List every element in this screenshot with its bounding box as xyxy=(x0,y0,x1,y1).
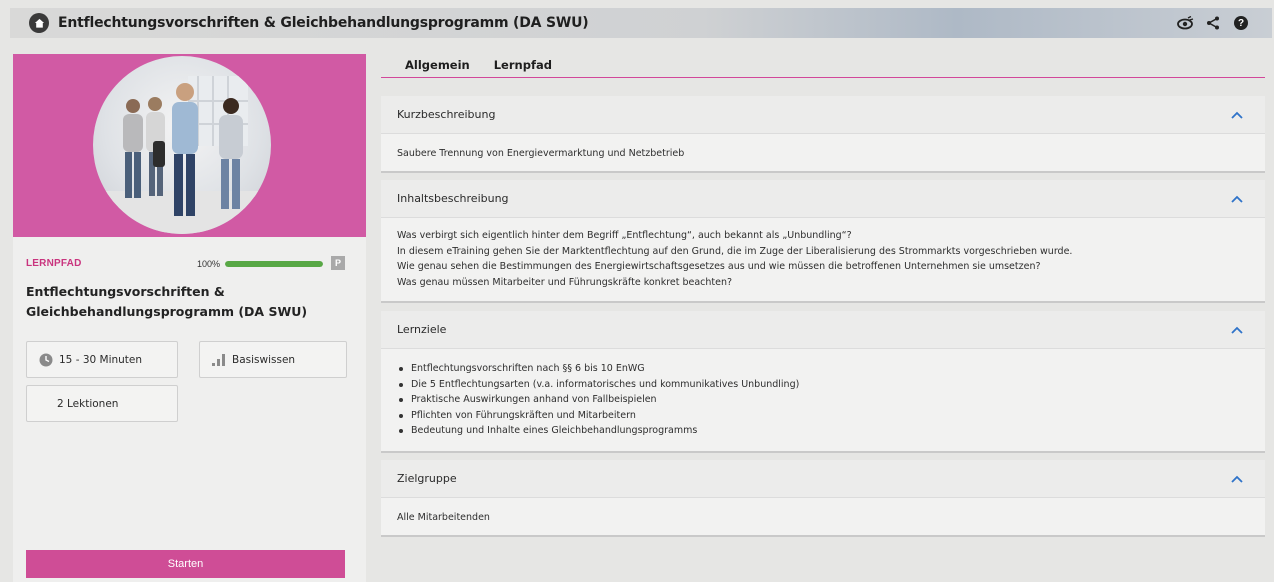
tab-lernpfad[interactable]: Lernpfad xyxy=(494,55,552,77)
help-icon[interactable]: ? xyxy=(1232,14,1250,32)
chevron-up-icon[interactable] xyxy=(1231,326,1243,334)
eye-icon[interactable] xyxy=(1176,14,1194,32)
section-header-inhaltsbeschreibung[interactable]: Inhaltsbeschreibung xyxy=(381,180,1265,218)
section-header-lernziele[interactable]: Lernziele xyxy=(381,311,1265,349)
list-item: Praktische Auswirkungen anhand von Fallb… xyxy=(397,392,1249,408)
section-lernziele: Lernziele Entflechtungsvorschriften nach… xyxy=(381,311,1265,453)
section-zielgruppe: Zielgruppe Alle Mitarbeitenden xyxy=(381,460,1265,537)
list-item: Entflechtungsvorschriften nach §§ 6 bis … xyxy=(397,361,1249,377)
clock-icon xyxy=(39,353,53,367)
duration-box: 15 - 30 Minuten xyxy=(26,341,178,378)
section-text: Saubere Trennung von Energievermarktung … xyxy=(397,148,685,159)
chevron-up-icon[interactable] xyxy=(1231,475,1243,483)
section-title: Kurzbeschreibung xyxy=(397,108,496,121)
tab-bar: Allgemein Lernpfad xyxy=(381,55,1265,78)
list-item: Die 5 Entflechtungsarten (v.a. informato… xyxy=(397,377,1249,393)
start-button[interactable]: Starten xyxy=(26,550,345,578)
home-icon[interactable] xyxy=(29,13,49,33)
chevron-up-icon[interactable] xyxy=(1231,111,1243,119)
list-item: Pflichten von Führungskräften und Mitarb… xyxy=(397,408,1249,424)
description-line: Was genau müssen Mitarbeiter und Führung… xyxy=(397,276,733,288)
section-title: Zielgruppe xyxy=(397,472,457,485)
level-box: Basiswissen xyxy=(199,341,347,378)
level-bars-icon xyxy=(212,353,226,366)
progress-bar xyxy=(225,261,323,267)
chevron-up-icon[interactable] xyxy=(1231,195,1243,203)
duration-label: 15 - 30 Minuten xyxy=(59,353,143,366)
section-title: Lernziele xyxy=(397,323,447,336)
course-photo xyxy=(93,56,271,234)
level-label: Basiswissen xyxy=(232,353,296,366)
progress-percent: 100% xyxy=(197,259,221,269)
section-title: Inhaltsbeschreibung xyxy=(397,192,509,205)
section-text: Alle Mitarbeitenden xyxy=(397,512,490,523)
section-inhaltsbeschreibung: Inhaltsbeschreibung Was verbirgt sich ei… xyxy=(381,180,1265,303)
progress-bar-fill xyxy=(225,261,323,267)
list-item: Bedeutung und Inhalte eines Gleichbehand… xyxy=(397,423,1249,439)
header-actions: ? xyxy=(1176,14,1250,32)
section-header-kurzbeschreibung[interactable]: Kurzbeschreibung xyxy=(381,96,1265,134)
description-line: In diesem eTraining gehen Sie der Markte… xyxy=(397,245,1073,257)
description-line: Was verbirgt sich eigentlich hinter dem … xyxy=(397,230,852,241)
tab-allgemein[interactable]: Allgemein xyxy=(405,55,470,77)
page-title: Entflechtungsvorschriften & Gleichbehand… xyxy=(58,15,589,31)
course-hero-image xyxy=(13,54,366,237)
section-header-zielgruppe[interactable]: Zielgruppe xyxy=(381,460,1265,498)
description-line: Wie genau sehen die Bestimmungen des Ene… xyxy=(397,261,1041,272)
course-card: LERNPFAD 100% P Entflechtungsvorschrifte… xyxy=(13,54,366,582)
share-icon[interactable] xyxy=(1204,14,1222,32)
lessons-box: 2 Lektionen xyxy=(26,385,178,422)
learning-goals-list: Entflechtungsvorschriften nach §§ 6 bis … xyxy=(397,361,1249,439)
section-kurzbeschreibung: Kurzbeschreibung Saubere Trennung von En… xyxy=(381,96,1265,173)
lessons-label: 2 Lektionen xyxy=(57,397,119,410)
course-title: Entflechtungsvorschriften & Gleichbehand… xyxy=(26,284,308,319)
top-bar: Entflechtungsvorschriften & Gleichbehand… xyxy=(10,8,1272,38)
status-badge: P xyxy=(331,256,345,270)
course-type-label: LERNPFAD xyxy=(26,258,82,269)
help-glyph: ? xyxy=(1234,16,1248,30)
